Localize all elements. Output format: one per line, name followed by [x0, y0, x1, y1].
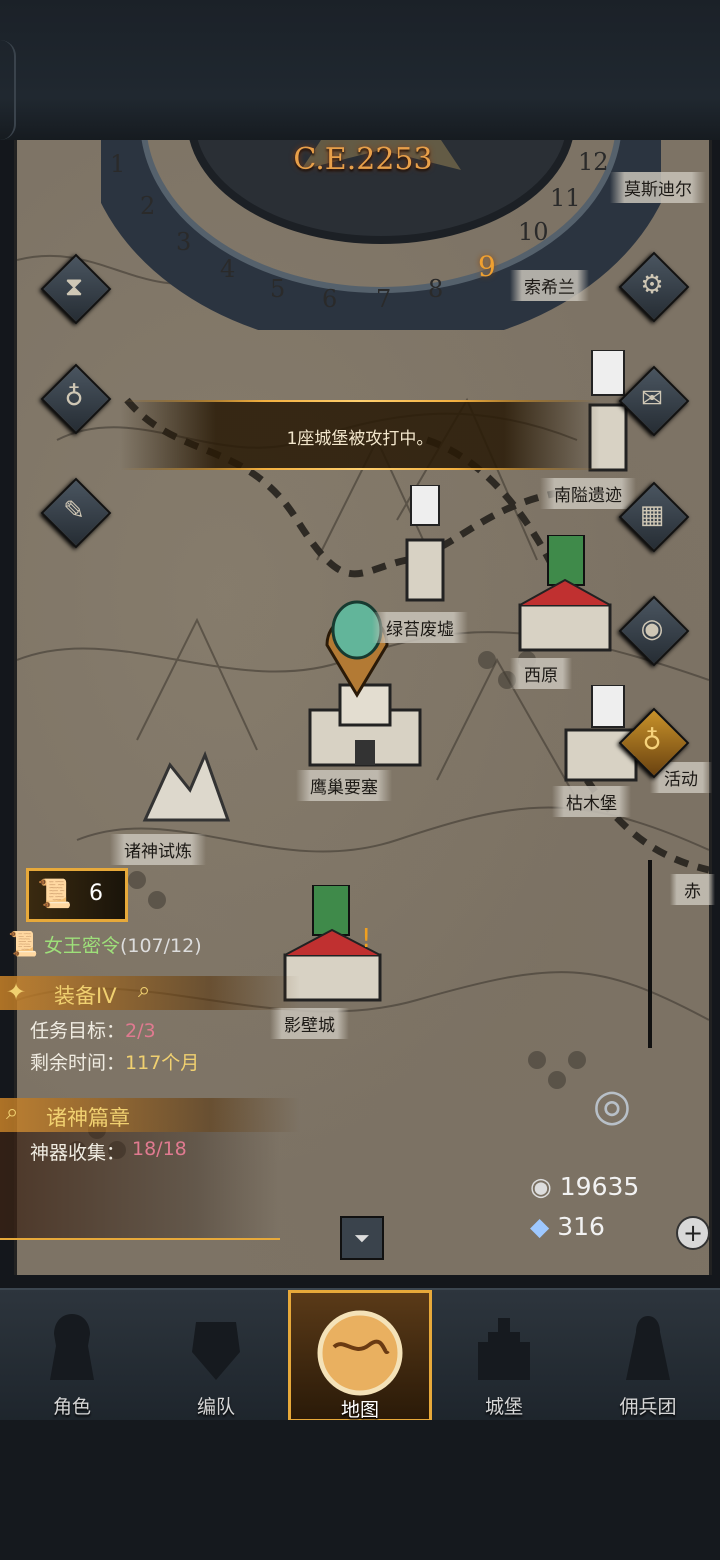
bottom-frame — [0, 1420, 720, 1560]
lvtai-tower-icon[interactable] — [405, 485, 445, 605]
month-3: 3 — [176, 228, 192, 256]
mail-icon: ✉ — [641, 384, 663, 414]
month-12: 12 — [578, 148, 609, 176]
crystal-amount: 316 — [557, 1212, 605, 1241]
nav-formation[interactable]: 编队 — [144, 1290, 288, 1422]
helmet-shield-icon — [192, 1322, 240, 1380]
nav-character[interactable]: 角色 — [0, 1290, 144, 1422]
location-moss[interactable]: 莫斯迪尔 — [610, 172, 706, 203]
month-9-active[interactable]: 9 — [478, 250, 496, 283]
location-zhushen[interactable]: 诸神试炼 — [110, 834, 206, 865]
month-2: 2 — [140, 192, 156, 220]
quest-equip-title: 装备IV — [54, 984, 117, 1008]
crystal-resource: ◆ 316 — [530, 1212, 605, 1241]
bag-button[interactable]: ♁ — [40, 363, 112, 435]
month-11: 11 — [550, 184, 581, 212]
collapse-button[interactable]: ⏷ — [340, 1216, 384, 1260]
queen-scroll-icon: 📜 — [8, 930, 38, 958]
castle-icon — [478, 1318, 530, 1380]
quest-queen[interactable]: 📜 女王密令(107/12) — [8, 930, 338, 958]
quest-equip-target: 任务目标：2/3 — [30, 1020, 156, 1042]
quest-gods-panel[interactable]: 神器收集： 18/18 — [0, 1132, 280, 1240]
location-lvtai[interactable]: 绿苔废墟 — [372, 612, 468, 643]
quest-equip-time: 剩余时间：117个月 — [30, 1052, 200, 1074]
svg-text:!: ! — [361, 924, 371, 954]
scroll-icon: ✎ — [63, 496, 85, 526]
crosshair-icon: ◎ — [592, 1080, 632, 1131]
location-yingchao[interactable]: 鹰巢要塞 — [296, 770, 392, 801]
mail-button[interactable]: ✉ — [618, 365, 690, 437]
equip-badge-icon: ✦ — [6, 978, 27, 1006]
treasure-bag-icon: ♁ — [642, 726, 662, 756]
location-yingbi[interactable]: 影壁城 — [270, 1008, 349, 1039]
scroll-counter[interactable]: 📜 6 — [26, 868, 128, 922]
coin-button[interactable]: ◉ — [618, 595, 690, 667]
zoom-slider[interactable] — [648, 860, 652, 1048]
quest-queen-title: 女王密令 — [43, 935, 120, 957]
silver-amount: 19635 — [559, 1172, 640, 1201]
month-5: 5 — [270, 275, 286, 303]
scroll-count: 6 — [89, 881, 103, 906]
crystal-icon: ◆ — [530, 1212, 550, 1241]
treasure-button[interactable]: ♁ — [618, 707, 690, 779]
location-chi[interactable]: 赤 — [670, 874, 715, 905]
scroll-button[interactable]: ✎ — [40, 477, 112, 549]
bottom-nav: 角色 编队 地图 城堡 佣兵团 — [0, 1288, 720, 1422]
warrior-icon — [626, 1316, 670, 1380]
location-xiyuan[interactable]: 西原 — [510, 658, 572, 689]
hourglass-button[interactable]: ⧗ — [40, 253, 112, 325]
siege-alert-text: 1座城堡被攻打中。 — [286, 429, 434, 449]
locate-button[interactable]: ◎ — [556, 1072, 668, 1140]
nav-mercenary[interactable]: 佣兵团 — [576, 1290, 720, 1422]
location-kumu[interactable]: 枯木堡 — [552, 786, 631, 817]
search-icon: ⌕ — [138, 978, 151, 1003]
grid-table-icon: ▦ — [639, 500, 665, 530]
silver-resource: ◉ 19635 — [530, 1172, 639, 1201]
month-6: 6 — [322, 285, 338, 313]
globe-icon — [317, 1310, 403, 1396]
parchment-icon: 📜 — [37, 877, 72, 910]
table-button[interactable]: ▦ — [618, 481, 690, 553]
settings-button[interactable]: ⚙ — [618, 251, 690, 323]
siege-alert[interactable]: 1座城堡被攻打中。 — [120, 400, 600, 470]
plus-icon: + — [682, 1219, 704, 1247]
knight-icon — [50, 1314, 94, 1380]
player-helmet-marker-icon[interactable] — [322, 585, 392, 705]
month-4: 4 — [220, 255, 236, 283]
quest-equip-header[interactable]: ✦ 装备IV ⌕ — [0, 976, 300, 1010]
add-resource-button[interactable]: + — [676, 1216, 710, 1250]
nav-map[interactable]: 地图 — [288, 1290, 432, 1422]
quest-gods-collect: 18/18 — [132, 1138, 187, 1160]
quest-queen-progress: (107/12) — [119, 935, 202, 957]
money-bag-icon: ♁ — [64, 382, 84, 412]
chevron-down-icon: ⏷ — [354, 1226, 370, 1250]
top-frame — [0, 0, 720, 140]
search-icon: ⌕ — [6, 1100, 19, 1125]
month-1: 1 — [110, 150, 126, 178]
quest-gods-header[interactable]: ⌕ 诸神篇章 — [0, 1098, 300, 1132]
quest-gods-title: 诸神篇章 — [46, 1106, 130, 1130]
location-nanai[interactable]: 南隘遗迹 — [540, 478, 636, 509]
month-7: 7 — [376, 285, 392, 313]
hourglass-icon: ⧗ — [64, 272, 84, 302]
month-8: 8 — [428, 275, 444, 303]
gear-icon: ⚙ — [640, 270, 664, 300]
silver-coin-icon: ◉ — [530, 1172, 552, 1201]
location-sohilan[interactable]: 索希兰 — [510, 270, 589, 301]
coin-icon: ◉ — [640, 614, 664, 644]
year-display: C.E.2253 — [293, 142, 433, 177]
xiyuan-castle-icon[interactable] — [510, 535, 620, 655]
nav-castle[interactable]: 城堡 — [432, 1290, 576, 1422]
month-10: 10 — [518, 218, 549, 246]
trial-mountain-icon[interactable] — [140, 745, 230, 825]
